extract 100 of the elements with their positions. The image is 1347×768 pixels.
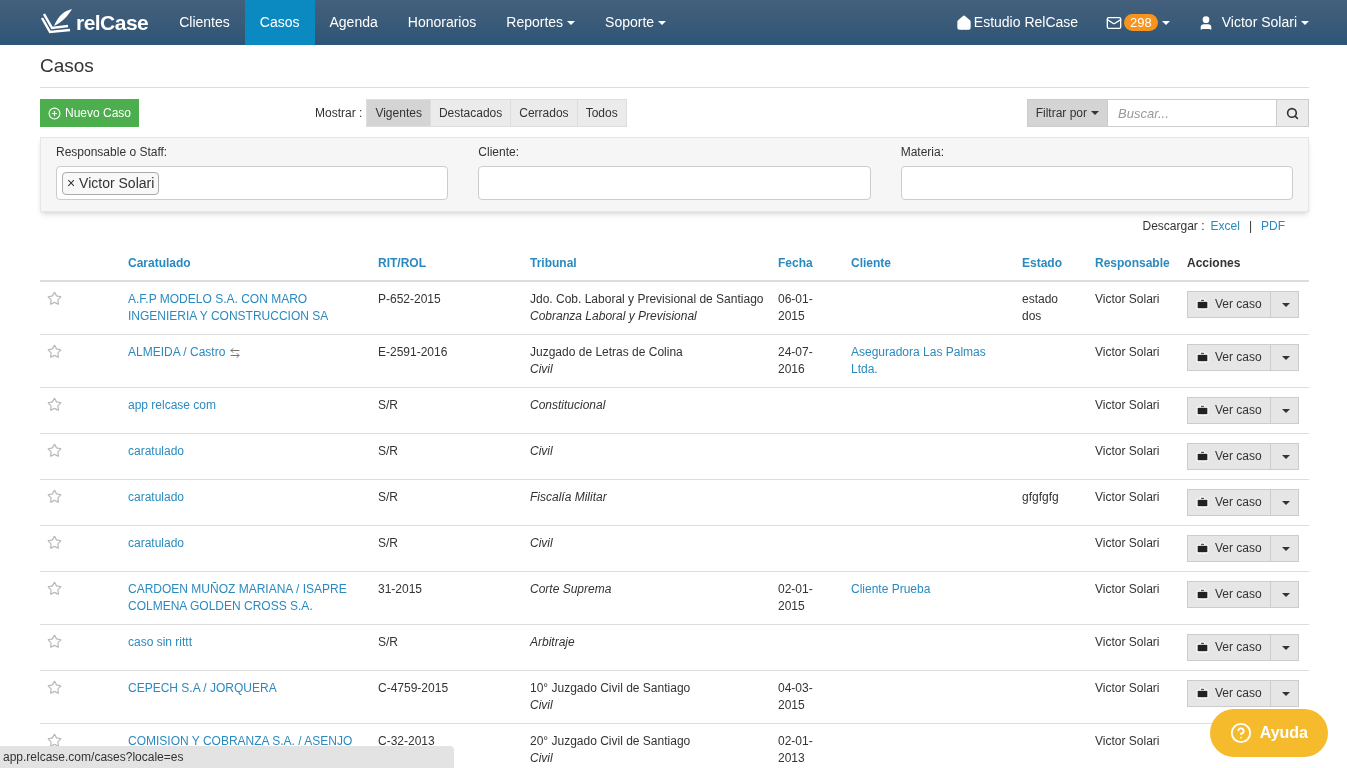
separator: | [1248, 218, 1252, 235]
star-icon[interactable] [47, 733, 62, 748]
caret-icon [1161, 20, 1170, 25]
caret-icon [1282, 645, 1291, 650]
view-case-button[interactable]: Ver caso [1187, 397, 1271, 424]
download-link[interactable]: PDF [1261, 217, 1285, 235]
plus-icon [48, 106, 61, 120]
column-header[interactable]: Responsable [1095, 256, 1170, 270]
table-cell: 31-2015 [378, 582, 423, 596]
view-case-button[interactable]: Ver caso [1187, 581, 1271, 608]
table-cell: E-2591-2016 [378, 345, 448, 359]
star-icon[interactable] [47, 344, 62, 359]
nav-tab[interactable]: Clientes [164, 0, 245, 45]
star-icon[interactable] [47, 397, 62, 412]
view-case-button[interactable]: Ver caso [1187, 680, 1271, 707]
nav-tab[interactable]: Reportes [491, 0, 591, 45]
star-icon[interactable] [47, 634, 62, 649]
filter-tab[interactable]: Cerrados [510, 100, 577, 126]
filter-field[interactable] [900, 166, 1293, 200]
dropdown-toggle[interactable] [1270, 634, 1299, 661]
download-link[interactable]: Excel [1210, 217, 1240, 235]
briefcase-icon [1196, 298, 1209, 311]
subject-text: Civil [530, 750, 554, 767]
dropdown-toggle[interactable] [1270, 489, 1299, 516]
case-title-link[interactable]: CEPECH S.A / JORQUERA [128, 680, 277, 697]
nav-tab[interactable]: Honorarios [392, 0, 492, 45]
tribunal-text: 10° Juzgado Civil de Santiago [530, 680, 692, 697]
column-header[interactable]: Estado [1022, 256, 1062, 270]
view-case-button[interactable]: Ver caso [1187, 344, 1271, 371]
briefcase-icon [1196, 687, 1209, 700]
case-title-link[interactable]: ALMEIDA / Castro [128, 344, 226, 361]
table-cell: S/R [378, 536, 398, 550]
filter-field[interactable]: × Victor Solari [56, 166, 449, 200]
view-case-button[interactable]: Ver caso [1187, 291, 1271, 318]
briefcase-icon [1196, 450, 1209, 463]
table-cell: Victor Solari [1095, 681, 1160, 695]
table-cell: Victor Solari [1095, 582, 1160, 596]
case-title-link[interactable]: caratulado [128, 443, 185, 460]
client-link[interactable]: Aseguradora Las Palmas Ltda. [851, 344, 1012, 378]
column-header[interactable]: Caratulado [128, 256, 191, 270]
case-title-link[interactable]: CARDOEN MUÑOZ MARIANA / ISAPRE COLMENA GOLDEN CROSS S.A. [128, 581, 368, 615]
star-icon[interactable] [47, 443, 62, 458]
brand-logo[interactable]: relCase [40, 6, 149, 39]
column-header[interactable]: RIT/ROL [378, 256, 426, 270]
star-icon[interactable] [47, 535, 62, 550]
client-link[interactable]: Cliente Prueba [851, 581, 1012, 598]
dropdown-toggle[interactable] [1270, 680, 1299, 707]
caret-icon [1282, 355, 1291, 360]
column-header[interactable]: Fecha [778, 256, 813, 270]
caret-icon [1282, 408, 1291, 413]
case-title-link[interactable]: caratulado [128, 489, 185, 506]
search-field[interactable]: Buscar... [1108, 99, 1276, 127]
view-case-button[interactable]: Ver caso [1187, 489, 1271, 516]
tribunal-text: 20° Juzgado Civil de Santiago [530, 733, 692, 750]
filter-by-button[interactable]: Filtrar por [1026, 99, 1108, 127]
dropdown-toggle[interactable] [1270, 397, 1299, 424]
filter-field[interactable] [478, 166, 871, 200]
case-title-link[interactable]: app relcase com [128, 397, 217, 414]
table-cell: S/R [378, 444, 398, 458]
filter-label: Cliente: [478, 144, 520, 161]
nav-tab[interactable]: Agenda [314, 0, 393, 45]
caret-icon [1282, 592, 1291, 597]
briefcase-icon [1196, 641, 1209, 654]
table-cell: S/R [378, 635, 398, 649]
selected-tag[interactable]: × Victor Solari [62, 171, 160, 195]
star-icon[interactable] [47, 291, 62, 306]
filter-tab[interactable]: Todos [576, 100, 626, 126]
filter-tab[interactable]: Destacados [429, 100, 511, 126]
dropdown-toggle[interactable] [1270, 291, 1299, 318]
dropdown-toggle[interactable] [1270, 443, 1299, 470]
view-case-button[interactable]: Ver caso [1187, 443, 1271, 470]
table-cell: C-4759-2015 [378, 681, 449, 695]
star-icon[interactable] [47, 581, 62, 596]
table-cell: 02-01-2015 [778, 582, 813, 613]
view-case-button[interactable]: Ver caso [1187, 535, 1271, 562]
column-header[interactable]: Cliente [851, 256, 891, 270]
user-menu[interactable]: Victor Solari [1197, 12, 1309, 33]
star-icon[interactable] [47, 489, 62, 504]
dropdown-toggle[interactable] [1270, 344, 1299, 371]
caret-icon [1282, 454, 1291, 459]
case-title-link[interactable]: A.F.P MODELO S.A. CON MARO INGENIERIA Y CONSTRUCCION SA [128, 291, 368, 325]
nav-tab[interactable]: Casos [244, 0, 315, 45]
search-button[interactable] [1276, 99, 1309, 127]
case-title-link[interactable]: caratulado [128, 535, 185, 552]
table-cell: C-32-2013 [378, 734, 435, 748]
filter-tab[interactable]: Vigentes [367, 100, 430, 126]
message-count-badge: 298 [1124, 14, 1158, 31]
dropdown-toggle[interactable] [1270, 581, 1299, 608]
star-icon[interactable] [47, 680, 62, 695]
subject-text: Fiscalía Militar [530, 489, 608, 506]
view-case-button[interactable]: Ver caso [1187, 634, 1271, 661]
caret-icon [1301, 20, 1309, 25]
messages-menu[interactable]: 298 [1106, 14, 1170, 31]
office-link[interactable]: Estudio RelCase [955, 12, 1079, 33]
nav-tab[interactable]: Soporte [590, 0, 682, 45]
column-header[interactable]: Tribunal [530, 256, 577, 270]
subject-text: Civil [530, 443, 554, 460]
case-title-link[interactable]: caso sin rittt [128, 634, 193, 651]
dropdown-toggle[interactable] [1270, 535, 1299, 562]
new-case-button[interactable]: Nuevo Caso [40, 99, 140, 127]
